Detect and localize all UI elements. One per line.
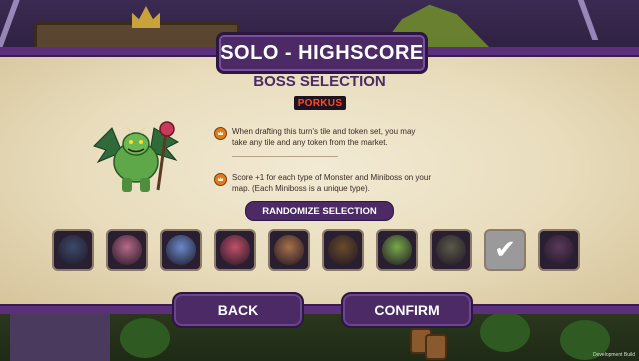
randomize-selection-button[interactable]: RANDOMIZE SELECTION: [245, 201, 394, 221]
boss-portrait-porkus: [93, 121, 180, 192]
ability-text: When drafting this turn's tile and token…: [232, 127, 416, 147]
lightning-icon: [577, 0, 599, 40]
section-title: BOSS SELECTION: [253, 73, 386, 90]
boss-name-tag: PORKUS: [294, 96, 346, 110]
back-button[interactable]: BACK: [172, 292, 304, 328]
warrior-woman-boss-icon: [274, 235, 304, 265]
boss-name: PORKUS: [297, 97, 343, 109]
boss-ability-1: When drafting this turn's tile and token…: [214, 126, 434, 150]
page-title: SOLO - HIGHSCORE: [220, 41, 424, 64]
boss-option[interactable]: [322, 229, 364, 271]
boss-option[interactable]: ✔: [484, 229, 526, 271]
randomize-label: RANDOMIZE SELECTION: [262, 205, 377, 217]
dev-build-label: Development Build: [593, 352, 635, 358]
crown-icon: [214, 173, 227, 186]
boss-option[interactable]: [160, 229, 202, 271]
pink-brute-boss-icon: [112, 235, 142, 265]
boss-option[interactable]: [430, 229, 472, 271]
robot-boss-icon: [220, 235, 250, 265]
boss-option[interactable]: [106, 229, 148, 271]
tree-icon: [480, 312, 530, 352]
boss-option[interactable]: [52, 229, 94, 271]
boss-option[interactable]: [376, 229, 418, 271]
boss-option[interactable]: [268, 229, 310, 271]
boss-selection-row: ✔: [52, 229, 592, 273]
bear-boss-icon: [328, 235, 358, 265]
castle-tower: [10, 312, 110, 361]
barrel-icon: [425, 334, 447, 360]
checkmark-icon: ✔: [494, 235, 516, 265]
confirm-label: CONFIRM: [374, 302, 440, 318]
tree-icon: [120, 318, 170, 358]
lightning-icon: [0, 0, 20, 48]
boss-option[interactable]: [538, 229, 580, 271]
confirm-button[interactable]: CONFIRM: [341, 292, 473, 328]
back-label: BACK: [217, 302, 259, 318]
hooded-elf-boss-icon: [58, 235, 88, 265]
frog-king-boss-icon: [382, 235, 412, 265]
armored-knight-boss-icon: [166, 235, 196, 265]
title-banner: SOLO - HIGHSCORE: [216, 32, 428, 74]
crown-icon: [132, 6, 160, 28]
crown-icon: [214, 127, 227, 140]
divider: [232, 156, 338, 157]
boss-option[interactable]: [214, 229, 256, 271]
shadow-demon-boss-icon: [544, 235, 574, 265]
wolf-boss-icon: [436, 235, 466, 265]
boss-ability-2: Score +1 for each type of Monster and Mi…: [214, 172, 434, 196]
ability-text: Score +1 for each type of Monster and Mi…: [232, 173, 431, 193]
frame-strip-bottom: [0, 306, 639, 314]
